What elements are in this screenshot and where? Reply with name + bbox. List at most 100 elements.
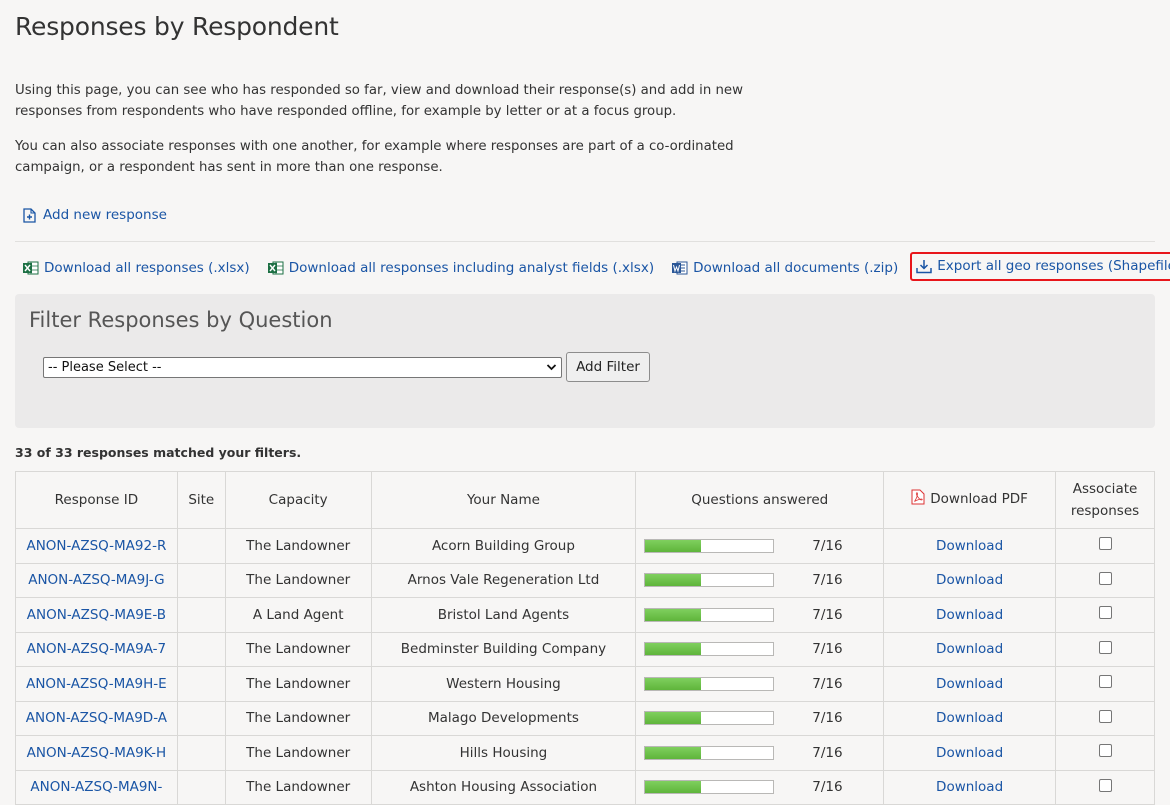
questions-answered-text: 7/16 (812, 779, 843, 796)
questions-answered-cell: 7/16 (635, 769, 885, 805)
download-pdf-link[interactable]: Download (936, 710, 1003, 726)
response-id-link[interactable]: ANON-AZSQ-MA92-R (15, 528, 178, 564)
table-row: ANON-AZSQ-MA9D-A The Landowner Malago Deve… (15, 700, 1155, 736)
capacity-cell: The Landowner (224, 528, 372, 564)
associate-checkbox[interactable] (1098, 778, 1112, 792)
response-id-link[interactable]: ANON-AZSQ-MA9N- (15, 769, 178, 805)
progress-fill (645, 574, 702, 587)
name-cell: Bristol Land Agents (370, 597, 637, 633)
associate-checkbox[interactable] (1098, 537, 1112, 551)
associate-checkbox[interactable] (1098, 606, 1112, 620)
associate-cell (1055, 631, 1155, 667)
table-row: ANON-AZSQ-MA9H-E The Landowner Western Hou… (15, 666, 1155, 702)
download-pdf-link[interactable]: Download (936, 779, 1003, 795)
download-icon (916, 259, 932, 273)
question-select[interactable]: -- Please Select -- (43, 357, 562, 378)
download-documents-label: Download all documents (.zip) (693, 260, 899, 276)
download-pdf-link[interactable]: Download (936, 676, 1003, 692)
progress-fill (645, 746, 702, 759)
download-pdf-cell: Download (883, 735, 1057, 771)
questions-answered-text: 7/16 (812, 572, 843, 589)
capacity-cell: A Land Agent (224, 597, 372, 633)
table-row: ANON-AZSQ-MA9K-H The Landowner Hills Housi… (15, 735, 1155, 771)
table-row: ANON-AZSQ-MA9J-G The Landowner Arnos Vale … (15, 562, 1155, 598)
capacity-cell: The Landowner (224, 562, 372, 598)
page-title: Responses by Respondent (15, 12, 339, 41)
header-download-pdf: Download PDF (883, 471, 1057, 529)
site-cell (176, 769, 226, 805)
export-geo-label: Export all geo responses (Shapefile) (937, 258, 1170, 274)
header-download-pdf-label: Download PDF (930, 491, 1028, 507)
progress-bar (644, 780, 775, 795)
questions-answered-cell: 7/16 (635, 735, 885, 771)
download-documents-link[interactable]: Download all documents (.zip) (672, 260, 898, 276)
responses-table: Response ID Site Capacity Your Name Ques… (15, 471, 1155, 805)
results-count: 33 of 33 responses matched your filters. (15, 445, 302, 460)
name-cell: Malago Developments (370, 700, 637, 736)
add-new-response-label: Add new response (43, 207, 167, 223)
associate-checkbox[interactable] (1098, 640, 1112, 654)
progress-fill (645, 608, 702, 621)
response-id-link[interactable]: ANON-AZSQ-MA9D-A (15, 700, 178, 736)
header-site[interactable]: Site (176, 471, 226, 529)
download-pdf-link[interactable]: Download (936, 572, 1003, 588)
filter-panel: Filter Responses by Question -- Please S… (15, 294, 1155, 428)
download-pdf-link[interactable]: Download (936, 538, 1003, 554)
response-id-link[interactable]: ANON-AZSQ-MA9E-B (15, 597, 178, 633)
download-pdf-cell: Download (883, 528, 1057, 564)
header-associate-responses: Associate responses (1055, 471, 1155, 529)
header-response-id[interactable]: Response ID (15, 471, 178, 529)
progress-fill (645, 677, 702, 690)
name-cell: Hills Housing (370, 735, 637, 771)
download-xlsx-analyst-label: Download all responses including analyst… (288, 260, 655, 276)
export-geo-link[interactable]: Export all geo responses (Shapefile) (910, 252, 1170, 281)
progress-bar (644, 538, 775, 553)
download-pdf-cell: Download (883, 700, 1057, 736)
download-pdf-link[interactable]: Download (936, 745, 1003, 761)
response-id-link[interactable]: ANON-AZSQ-MA9J-G (15, 562, 178, 598)
questions-answered-text: 7/16 (812, 606, 843, 623)
name-cell: Western Housing (370, 666, 637, 702)
associate-cell (1055, 562, 1155, 598)
name-cell: Acorn Building Group (370, 528, 637, 564)
questions-answered-cell: 7/16 (635, 562, 885, 598)
site-cell (176, 735, 226, 771)
excel-icon (267, 261, 284, 275)
associate-checkbox[interactable] (1098, 571, 1112, 585)
table-header-row: Response ID Site Capacity Your Name Ques… (15, 471, 1155, 529)
download-pdf-link[interactable]: Download (936, 641, 1003, 657)
site-cell (176, 597, 226, 633)
capacity-cell: The Landowner (224, 700, 372, 736)
table-row: ANON-AZSQ-MA9N- The Landowner Ashton Housi… (15, 769, 1155, 805)
name-cell: Bedminster Building Company (370, 631, 637, 667)
header-associate-line-1: Associate (1072, 481, 1138, 497)
download-pdf-link[interactable]: Download (936, 607, 1003, 623)
associate-cell (1055, 700, 1155, 736)
response-id-link[interactable]: ANON-AZSQ-MA9K-H (15, 735, 178, 771)
add-new-response-link[interactable]: Add new response (23, 207, 167, 223)
download-pdf-cell: Download (883, 769, 1057, 805)
site-cell (176, 562, 226, 598)
add-filter-button[interactable]: Add Filter (566, 352, 650, 382)
associate-cell (1055, 735, 1155, 771)
header-capacity[interactable]: Capacity (224, 471, 372, 529)
download-xlsx-link[interactable]: Download all responses (.xlsx) (23, 260, 250, 276)
response-id-link[interactable]: ANON-AZSQ-MA9A-7 (15, 631, 178, 667)
site-cell (176, 666, 226, 702)
associate-checkbox[interactable] (1098, 744, 1112, 758)
progress-bar (644, 745, 775, 760)
header-questions-answered[interactable]: Questions answered (635, 471, 885, 529)
intro-paragraph-2: You can also associate responses with on… (15, 139, 734, 175)
add-document-icon (23, 207, 36, 223)
progress-bar (644, 573, 775, 588)
response-id-link[interactable]: ANON-AZSQ-MA9H-E (15, 666, 178, 702)
progress-bar (644, 607, 775, 622)
progress-fill (645, 712, 702, 725)
associate-checkbox[interactable] (1098, 709, 1112, 723)
download-xlsx-label: Download all responses (.xlsx) (44, 260, 250, 276)
download-pdf-cell: Download (883, 562, 1057, 598)
questions-answered-text: 7/16 (812, 641, 843, 658)
download-xlsx-analyst-link[interactable]: Download all responses including analyst… (267, 260, 655, 276)
associate-checkbox[interactable] (1098, 675, 1112, 689)
header-your-name[interactable]: Your Name (370, 471, 637, 529)
